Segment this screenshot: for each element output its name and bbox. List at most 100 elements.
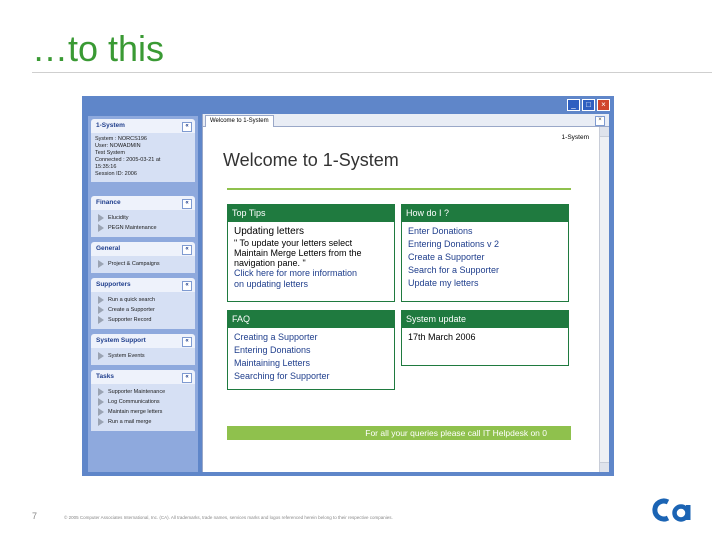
panel-header-tasks[interactable]: Tasks «	[91, 370, 195, 384]
collapse-icon[interactable]: «	[182, 199, 192, 209]
arrow-icon	[98, 214, 104, 222]
panel-header-finance[interactable]: Finance «	[91, 196, 195, 210]
info-line: Session ID: 2006	[95, 171, 137, 177]
panel-general: Project & Campaigns	[91, 256, 195, 273]
nav-item[interactable]: Project & Campaigns	[95, 259, 191, 269]
panel-title: Tasks	[96, 373, 114, 380]
panel-title: System Support	[96, 337, 146, 344]
nav-item-label: Log Communications	[108, 399, 160, 405]
faq-link[interactable]: Searching for Supporter	[234, 370, 388, 383]
top-tips-box: Top Tips Updating letters " To update yo…	[227, 204, 395, 302]
how-do-i-box: How do I ? Enter Donations Entering Dona…	[401, 204, 569, 302]
nav-item[interactable]: PEGN Maintenance	[95, 223, 191, 233]
close-tab-icon[interactable]: ×	[595, 116, 605, 126]
tip-text: Maintain Merge Letters from the	[234, 248, 362, 258]
faq-link[interactable]: Entering Donations	[234, 344, 388, 357]
help-link[interactable]: Update my letters	[408, 277, 562, 290]
nav-item[interactable]: Maintain merge letters	[95, 407, 191, 417]
panel-title: Finance	[96, 199, 121, 206]
arrow-icon	[98, 316, 104, 324]
panel-header-general[interactable]: General «	[91, 242, 195, 256]
collapse-icon[interactable]: «	[182, 373, 192, 383]
nav-item-label: Create a Supporter	[108, 307, 155, 313]
slide-title: …to this	[32, 28, 165, 69]
tip-link[interactable]: on updating letters	[234, 279, 388, 290]
nav-item-label: System Events	[108, 353, 145, 359]
panel-system-support: System Events	[91, 348, 195, 365]
box-header: System update	[402, 311, 568, 328]
faq-link[interactable]: Creating a Supporter	[234, 331, 388, 344]
scroll-up-icon[interactable]	[600, 127, 609, 137]
help-link[interactable]: Search for a Supporter	[408, 264, 562, 277]
arrow-icon	[98, 260, 104, 268]
page-number: 7	[32, 511, 38, 521]
info-line: User: NOWADMIN	[95, 143, 141, 149]
collapse-icon[interactable]: «	[182, 337, 192, 347]
panel-tasks: Supporter Maintenance Log Communications…	[91, 384, 195, 431]
navigation-pane: 1-System « System : NORCS196 User: NOWADM…	[88, 116, 198, 472]
tab-bar: Welcome to 1-System ×	[203, 114, 609, 127]
nav-item[interactable]: Log Communications	[95, 397, 191, 407]
arrow-icon	[98, 352, 104, 360]
nav-item-label: Maintain merge letters	[108, 409, 163, 415]
arrow-icon	[98, 408, 104, 416]
nav-item[interactable]: Elucidity	[95, 213, 191, 223]
nav-item-label: Project & Campaigns	[108, 261, 160, 267]
close-button[interactable]: ×	[597, 99, 610, 111]
faq-link[interactable]: Maintaining Letters	[234, 357, 388, 370]
panel-supporters: Run a quick search Create a Supporter Su…	[91, 292, 195, 329]
nav-item[interactable]: Create a Supporter	[95, 305, 191, 315]
info-line: 15:35:16	[95, 164, 117, 170]
system-update-box: System update 17th March 2006	[401, 310, 569, 366]
panel-title: General	[96, 245, 121, 252]
collapse-icon[interactable]: «	[182, 245, 192, 255]
nav-item-label: PEGN Maintenance	[108, 225, 157, 231]
info-line: Test System	[95, 150, 125, 156]
arrow-icon	[98, 296, 104, 304]
nav-item[interactable]: Run a quick search	[95, 295, 191, 305]
panel-system: System : NORCS196 User: NOWADMIN Test Sy…	[91, 133, 195, 182]
panel-header-supporters[interactable]: Supporters «	[91, 278, 195, 292]
tip-text: " To update your letters select	[234, 238, 353, 248]
panel-header-system-support[interactable]: System Support «	[91, 334, 195, 348]
collapse-icon[interactable]: «	[182, 281, 192, 291]
panel-title: 1-System	[96, 122, 125, 129]
vertical-scrollbar[interactable]	[599, 127, 609, 472]
window-controls: _ □ ×	[567, 99, 610, 111]
app-label: 1-System	[561, 134, 589, 141]
box-header: FAQ	[228, 311, 394, 328]
copyright-notice: © 2005 Computer Associates International…	[64, 515, 393, 520]
ca-logo-icon	[652, 498, 691, 522]
scroll-down-icon[interactable]	[600, 462, 609, 472]
tip-text: navigation pane. "	[234, 258, 306, 268]
nav-item-label: Supporter Maintenance	[108, 389, 166, 395]
help-link[interactable]: Enter Donations	[408, 225, 562, 238]
arrow-icon	[98, 306, 104, 314]
arrow-icon	[98, 418, 104, 426]
maximize-button[interactable]: □	[582, 99, 595, 111]
panel-finance: Elucidity PEGN Maintenance	[91, 210, 195, 237]
info-line: System : NORCS196	[95, 136, 147, 142]
box-header: Top Tips	[228, 205, 394, 222]
nav-item-label: Elucidity	[108, 215, 129, 221]
minimize-button[interactable]: _	[567, 99, 580, 111]
nav-item[interactable]: Supporter Maintenance	[95, 387, 191, 397]
nav-item[interactable]: Run a mail merge	[95, 417, 191, 427]
nav-item[interactable]: Supporter Record	[95, 315, 191, 325]
nav-item-label: Run a quick search	[108, 297, 156, 303]
app-window: _ □ × 1-System « System : NORCS196 User: …	[82, 96, 614, 476]
help-link[interactable]: Create a Supporter	[408, 251, 562, 264]
main-content: Welcome to 1-System × 1-System Welcome t…	[202, 114, 609, 472]
panel-title: Supporters	[96, 281, 131, 288]
collapse-icon[interactable]: «	[182, 122, 192, 132]
nav-item[interactable]: System Events	[95, 351, 191, 361]
panel-header-system[interactable]: 1-System «	[91, 119, 195, 133]
tip-heading: Updating letters	[234, 226, 305, 237]
helpdesk-banner: For all your queries please call IT Help…	[227, 426, 571, 440]
tab-welcome[interactable]: Welcome to 1-System	[205, 115, 274, 127]
help-link[interactable]: Entering Donations v 2	[408, 238, 562, 251]
box-header: How do I ?	[402, 205, 568, 222]
arrow-icon	[98, 398, 104, 406]
tip-link[interactable]: Click here for more information	[234, 268, 388, 279]
nav-item-label: Run a mail merge	[108, 419, 152, 425]
